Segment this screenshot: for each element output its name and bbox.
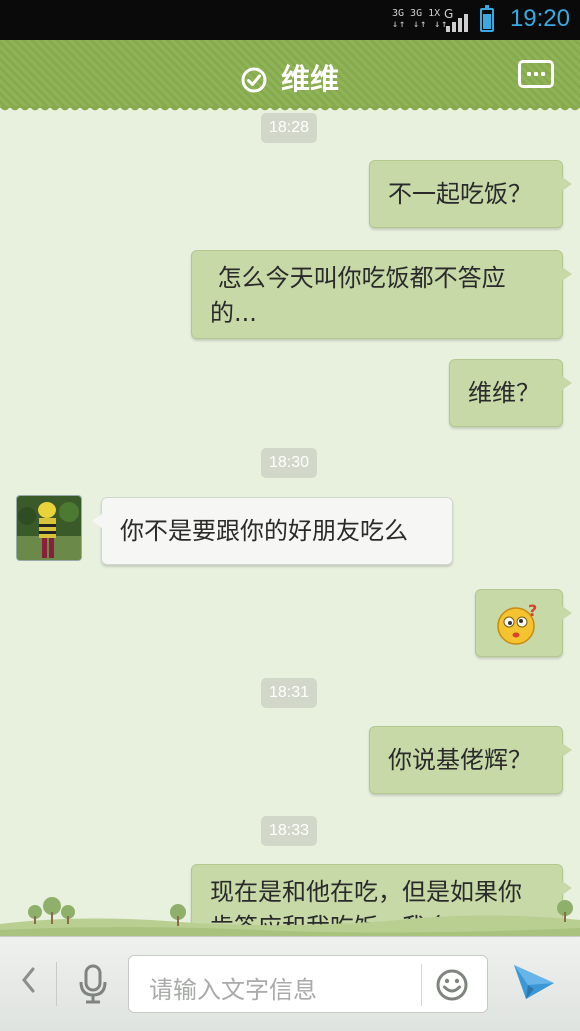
input-placeholder: 请输入文字信息 [149,976,317,1004]
battery-icon [480,5,494,32]
message-text: 维维？ [468,379,540,407]
incoming-message[interactable]: 你不是要跟你的好朋友吃么 [92,497,453,565]
message-input-bar: 请输入文字信息 [0,936,580,1031]
chevron-left-icon [22,967,35,993]
dizzy-face-emoji: ? [497,602,537,645]
timestamp-chip: 18:30 [261,448,318,478]
contact-name: 维维 [280,62,339,96]
message-input[interactable]: 请输入文字信息 [128,955,488,1013]
divider [56,962,57,1006]
check-circle-icon [241,67,267,93]
message-list[interactable]: 18:28 不一起吃饭？ 怎么今天叫你吃饭都不答应的... 维维？ 18:30 … [0,108,580,936]
landscape-decoration [0,897,580,936]
message-text: 你说基佬辉？ [388,746,532,774]
outgoing-message[interactable]: 你说基佬辉？ [369,726,572,794]
divider [421,964,422,1006]
message-text: 怎么今天叫你吃饭都不答应的... [210,264,506,327]
timestamp-chip: 18:28 [261,113,318,143]
back-button[interactable] [20,965,36,1003]
svg-text:?: ? [528,602,537,620]
message-text: 不一起吃饭？ [388,180,532,208]
avatar-photo [17,496,81,560]
smiley-icon [436,969,468,1001]
timestamp-chip: 18:31 [261,678,318,708]
more-options-button[interactable] [518,60,554,88]
timestamp-chip: 18:33 [261,816,318,846]
emoji-button[interactable] [435,968,469,1006]
send-button[interactable] [510,959,558,1009]
status-bar: 3G 3G 1X ↓↑ ↓↑ ↓↑ G 19:20 [0,0,580,40]
chat-header: 维维 [0,40,580,114]
network-type-label: 3G 3G 1X [392,8,441,19]
signal-strength-icon [446,14,468,32]
message-text: 你不是要跟你的好朋友吃么 [120,517,408,545]
microphone-icon [79,964,107,1004]
outgoing-message[interactable]: 不一起吃饭？ [369,160,572,228]
outgoing-message[interactable]: 维维？ [449,359,572,427]
network-activity-label: ↓↑ ↓↑ ↓↑ [392,19,449,30]
voice-input-button[interactable] [76,963,110,1009]
chat-title-area: 维维 [0,56,580,98]
network-indicator: 3G 3G 1X ↓↑ ↓↑ ↓↑ [392,8,448,30]
avatar[interactable] [16,495,82,561]
outgoing-emoji-message[interactable]: ? [475,589,572,657]
status-time: 19:20 [509,5,570,32]
more-options-icon [527,72,531,76]
outgoing-message[interactable]: 怎么今天叫你吃饭都不答应的... [191,250,572,339]
send-plane-icon [514,965,554,999]
